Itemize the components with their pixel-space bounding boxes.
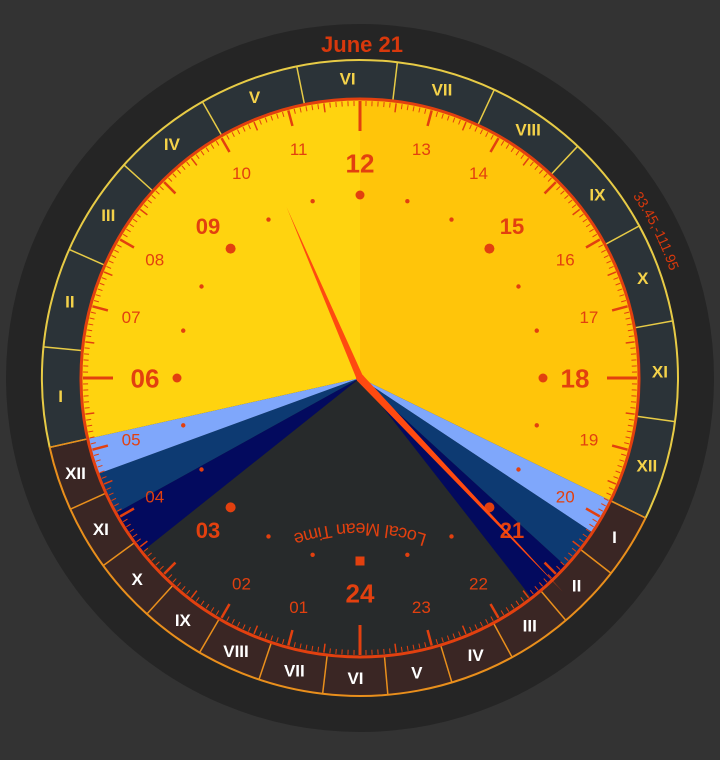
day-hour-label: XI (652, 363, 668, 382)
hour-dot (225, 502, 236, 513)
hour-dot (199, 467, 204, 472)
night-hour-label: VIII (223, 642, 249, 661)
hour-numeral: 19 (579, 430, 598, 449)
night-hour-label: VII (284, 662, 305, 681)
hand-hub (356, 374, 364, 382)
day-hour-label: IX (589, 186, 606, 205)
midnight-marker (355, 556, 365, 566)
night-hour-label: I (612, 528, 617, 547)
hour-numeral: 01 (289, 598, 308, 617)
tick-mark (84, 407, 90, 409)
day-hour-label: VI (340, 69, 356, 88)
hour-dot (266, 217, 271, 222)
hour-numeral: 16 (556, 251, 575, 270)
hour-dot (199, 284, 204, 289)
hour-numeral: 08 (145, 251, 164, 270)
day-hour-label: X (637, 269, 649, 288)
tick-mark (630, 347, 636, 349)
hour-dot (484, 243, 495, 254)
hour-dot (266, 534, 271, 539)
night-hour-label: III (523, 616, 537, 635)
day-hour-label: V (249, 88, 261, 107)
hour-numeral: 20 (556, 488, 575, 507)
hour-numeral: 06 (131, 363, 160, 393)
hour-dot (181, 423, 186, 428)
hour-numeral: 18 (561, 363, 590, 393)
hour-numeral: 09 (196, 214, 220, 239)
day-hour-label: VII (432, 80, 453, 99)
hour-numeral: 05 (122, 430, 141, 449)
tick-mark (329, 102, 331, 108)
hour-dot (225, 243, 236, 254)
hour-dot (534, 423, 539, 428)
hour-numeral: 13 (412, 140, 431, 159)
hour-numeral: 23 (412, 598, 431, 617)
day-hour-label: XII (637, 457, 658, 476)
hour-dot (310, 552, 315, 557)
tick-mark (84, 347, 90, 349)
hour-dot (181, 328, 186, 333)
hour-numeral: 10 (232, 164, 251, 183)
sundial-clock-face: IIIIIIIVVVIVIIVIIIIXXXIXIIIIIIIIIVVVIVII… (6, 24, 714, 732)
night-hour-label: XI (93, 520, 109, 539)
hour-dot (516, 467, 521, 472)
day-hour-label: VIII (515, 121, 541, 140)
day-hour-label: II (65, 293, 74, 312)
day-hour-label: I (58, 387, 63, 406)
night-hour-label: IX (175, 611, 192, 630)
night-hour-label: II (572, 577, 581, 596)
hour-numeral: 12 (346, 148, 375, 178)
tick-mark (389, 648, 391, 654)
hour-dot (449, 217, 454, 222)
hour-numeral: 24 (346, 578, 375, 608)
night-hour-label: VI (347, 669, 363, 688)
hour-dot (355, 190, 365, 200)
hour-dot (405, 199, 410, 204)
hour-dot (310, 199, 315, 204)
day-hour-label: IV (164, 135, 181, 154)
hour-numeral: 22 (469, 574, 488, 593)
hour-numeral: 03 (196, 518, 220, 543)
day-hour-label: III (101, 206, 115, 225)
night-hour-label: X (132, 570, 144, 589)
hour-numeral: 17 (579, 308, 598, 327)
hour-numeral: 11 (290, 140, 308, 159)
hour-dot (449, 534, 454, 539)
date-label: June 21 (321, 32, 403, 57)
hour-numeral: 07 (122, 308, 141, 327)
night-hour-label: V (411, 664, 423, 683)
hour-numeral: 02 (232, 574, 251, 593)
hour-numeral: 04 (145, 488, 164, 507)
hour-numeral: 14 (469, 164, 488, 183)
hour-dot (405, 552, 410, 557)
hour-numeral: 15 (500, 214, 524, 239)
tick-mark (329, 648, 331, 654)
hour-dot (538, 373, 548, 383)
hour-dot (534, 328, 539, 333)
night-hour-label: IV (468, 646, 485, 665)
tick-mark (630, 407, 636, 409)
hour-dot (516, 284, 521, 289)
night-hour-label: XII (65, 464, 86, 483)
tick-mark (389, 102, 391, 108)
hour-dot (172, 373, 182, 383)
